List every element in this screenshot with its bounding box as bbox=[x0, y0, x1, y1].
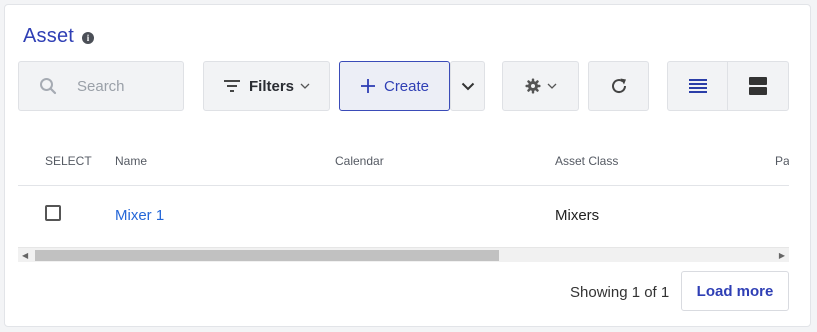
refresh-icon bbox=[611, 78, 626, 94]
search-icon bbox=[40, 78, 57, 95]
page-title: Asset bbox=[23, 25, 75, 47]
chevron-down-icon bbox=[547, 83, 556, 89]
search-input[interactable] bbox=[77, 77, 177, 95]
asset-name-link[interactable]: Mixer 1 bbox=[115, 207, 164, 224]
load-more-button[interactable]: Load more bbox=[681, 271, 789, 311]
chevron-down-icon bbox=[300, 83, 310, 89]
create-dropdown-button[interactable] bbox=[450, 61, 485, 111]
column-header-pa[interactable]: Pa bbox=[775, 154, 789, 168]
scroll-right-arrow-icon[interactable]: ▶ bbox=[779, 251, 785, 260]
card-view-button[interactable] bbox=[727, 61, 789, 111]
create-label: Create bbox=[383, 77, 430, 95]
gear-icon bbox=[525, 78, 540, 94]
row-select-checkbox[interactable] bbox=[45, 205, 61, 221]
plus-icon bbox=[360, 79, 375, 93]
column-header-asset-class[interactable]: Asset Class bbox=[555, 154, 618, 168]
scrollbar-thumb[interactable] bbox=[35, 250, 499, 261]
search-box[interactable] bbox=[18, 61, 184, 111]
asset-table: SELECT Name Calendar Asset Class Pa Mixe… bbox=[18, 134, 789, 262]
card-view-icon bbox=[749, 77, 767, 95]
list-view-button[interactable] bbox=[667, 61, 728, 111]
title-row: Asset i bbox=[23, 25, 95, 48]
column-header-name[interactable]: Name bbox=[115, 154, 147, 168]
scroll-left-arrow-icon[interactable]: ◀ bbox=[22, 251, 28, 260]
filter-icon bbox=[223, 80, 240, 92]
table-header: SELECT Name Calendar Asset Class Pa bbox=[18, 134, 789, 186]
create-button[interactable]: Create bbox=[339, 61, 450, 111]
asset-class: Mixers bbox=[555, 207, 600, 224]
showing-count: Showing 1 of 1 bbox=[570, 284, 670, 301]
filters-label: Filters bbox=[248, 77, 294, 95]
filters-button[interactable]: Filters bbox=[203, 61, 330, 111]
list-view-icon bbox=[688, 79, 707, 93]
load-more-label: Load more bbox=[696, 282, 774, 300]
settings-button[interactable] bbox=[502, 61, 579, 111]
chevron-down-icon bbox=[461, 82, 474, 90]
info-icon[interactable]: i bbox=[82, 31, 95, 44]
column-header-select: SELECT bbox=[45, 154, 92, 168]
horizontal-scrollbar[interactable]: ◀ ▶ bbox=[18, 247, 789, 262]
refresh-button[interactable] bbox=[588, 61, 649, 111]
column-header-calendar[interactable]: Calendar bbox=[335, 154, 384, 168]
table-row: Mixer 1 Mixers bbox=[18, 187, 789, 245]
